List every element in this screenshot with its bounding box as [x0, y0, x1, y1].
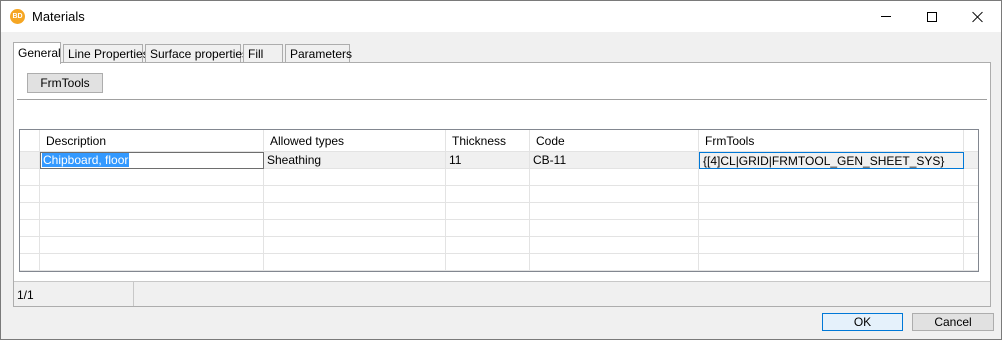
status-bar: 1/1	[14, 281, 990, 306]
tab-surface-properties[interactable]: Surface properties	[145, 44, 248, 63]
record-count: 1/1	[17, 288, 34, 302]
column-header-filler	[964, 130, 978, 152]
empty-row	[20, 186, 978, 203]
column-header-allowed-types[interactable]: Allowed types	[264, 130, 446, 152]
tab-parameters[interactable]: Parameters	[285, 44, 352, 63]
thickness-cell[interactable]: 11	[446, 152, 530, 169]
empty-row	[20, 237, 978, 254]
frmtools-cell[interactable]: {[4]CL|GRID|FRMTOOL_GEN_SHEET_SYS}	[699, 152, 964, 169]
close-button[interactable]	[955, 1, 1001, 32]
materials-window: BD Materials General Line Properties Sur…	[0, 0, 1002, 340]
maximize-button[interactable]	[909, 1, 955, 32]
ok-button[interactable]: OK	[822, 313, 903, 331]
allowed-types-cell[interactable]: Sheathing	[264, 152, 446, 169]
empty-row	[20, 254, 978, 271]
column-header-code[interactable]: Code	[530, 130, 699, 152]
empty-row	[20, 203, 978, 220]
separator	[17, 99, 987, 100]
title-bar: BD Materials	[1, 1, 1001, 32]
materials-grid[interactable]: Description Allowed types Thickness Code…	[19, 129, 979, 272]
tab-fill[interactable]: Fill	[243, 44, 283, 63]
status-divider	[133, 282, 134, 306]
cancel-button[interactable]: Cancel	[912, 313, 994, 331]
minimize-button[interactable]	[863, 1, 909, 32]
selected-text[interactable]: Chipboard, floor	[42, 153, 130, 167]
column-header-description[interactable]: Description	[40, 130, 264, 152]
row-header[interactable]	[20, 152, 40, 169]
row-header-corner	[20, 130, 40, 152]
description-cell-editor[interactable]: Chipboard, floor	[40, 152, 264, 169]
window-title: Materials	[32, 9, 85, 24]
frmtools-button[interactable]: FrmTools	[27, 73, 103, 93]
column-header-thickness[interactable]: Thickness	[446, 130, 530, 152]
row-filler	[964, 152, 978, 169]
grid-header: Description Allowed types Thickness Code…	[20, 130, 978, 152]
maximize-icon	[927, 11, 937, 22]
column-header-frmtools[interactable]: FrmTools	[699, 130, 964, 152]
general-tab-panel: FrmTools Description Allowed types Thick…	[13, 62, 991, 307]
tab-general[interactable]: General	[13, 42, 61, 64]
code-cell[interactable]: CB-11	[530, 152, 699, 169]
tab-line-properties[interactable]: Line Properties	[63, 44, 149, 63]
minimize-icon	[881, 16, 891, 17]
close-icon	[972, 11, 984, 23]
app-logo-icon: BD	[10, 9, 25, 24]
table-row[interactable]: Chipboard, floor Sheathing 11 CB-11 {[4]…	[20, 152, 978, 169]
empty-row	[20, 169, 978, 186]
empty-row	[20, 220, 978, 237]
